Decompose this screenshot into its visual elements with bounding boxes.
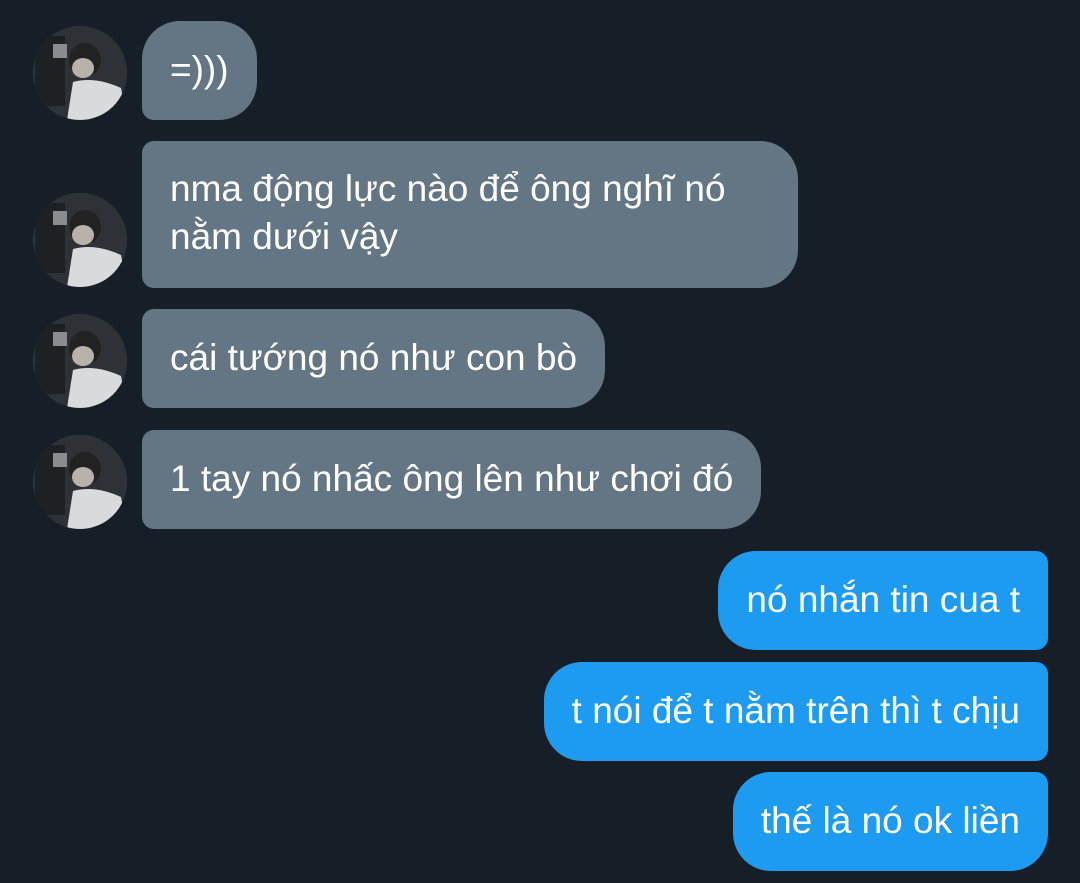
message-text: thế là nó ok liền: [760, 800, 1020, 841]
message-text: =))): [170, 49, 229, 90]
avatar-photo-icon: [33, 435, 127, 529]
sender-avatar[interactable]: [33, 193, 127, 287]
message-text: 1 tay nó nhấc ông lên như chơi đó: [170, 458, 734, 499]
message-text: nó nhắn tin cua t: [746, 579, 1020, 620]
incoming-message-bubble[interactable]: nma động lực nào để ông nghĩ nó nằm dưới…: [142, 141, 798, 288]
message-text: t nói để t nằm trên thì t chịu: [571, 690, 1020, 731]
outgoing-message-bubble[interactable]: thế là nó ok liền: [732, 772, 1048, 871]
incoming-message-bubble[interactable]: =))): [142, 21, 257, 120]
incoming-message-bubble[interactable]: 1 tay nó nhấc ông lên như chơi đó: [142, 430, 762, 529]
outgoing-message-bubble[interactable]: t nói để t nằm trên thì t chịu: [543, 662, 1048, 761]
outgoing-message-bubble[interactable]: nó nhắn tin cua t: [718, 551, 1048, 650]
avatar-photo-icon: [33, 314, 127, 408]
sender-avatar[interactable]: [33, 314, 127, 408]
message-text: nma động lực nào để ông nghĩ nó nằm dưới…: [170, 168, 726, 257]
avatar-photo-icon: [33, 193, 127, 287]
sender-avatar[interactable]: [33, 435, 127, 529]
chat-thread: =))) nma động lực nào để ông nghĩ nó nằm…: [0, 0, 1080, 883]
avatar-photo-icon: [33, 26, 127, 120]
incoming-message-bubble[interactable]: cái tướng nó như con bò: [142, 309, 606, 408]
message-text: cái tướng nó như con bò: [170, 337, 578, 378]
sender-avatar[interactable]: [33, 26, 127, 120]
